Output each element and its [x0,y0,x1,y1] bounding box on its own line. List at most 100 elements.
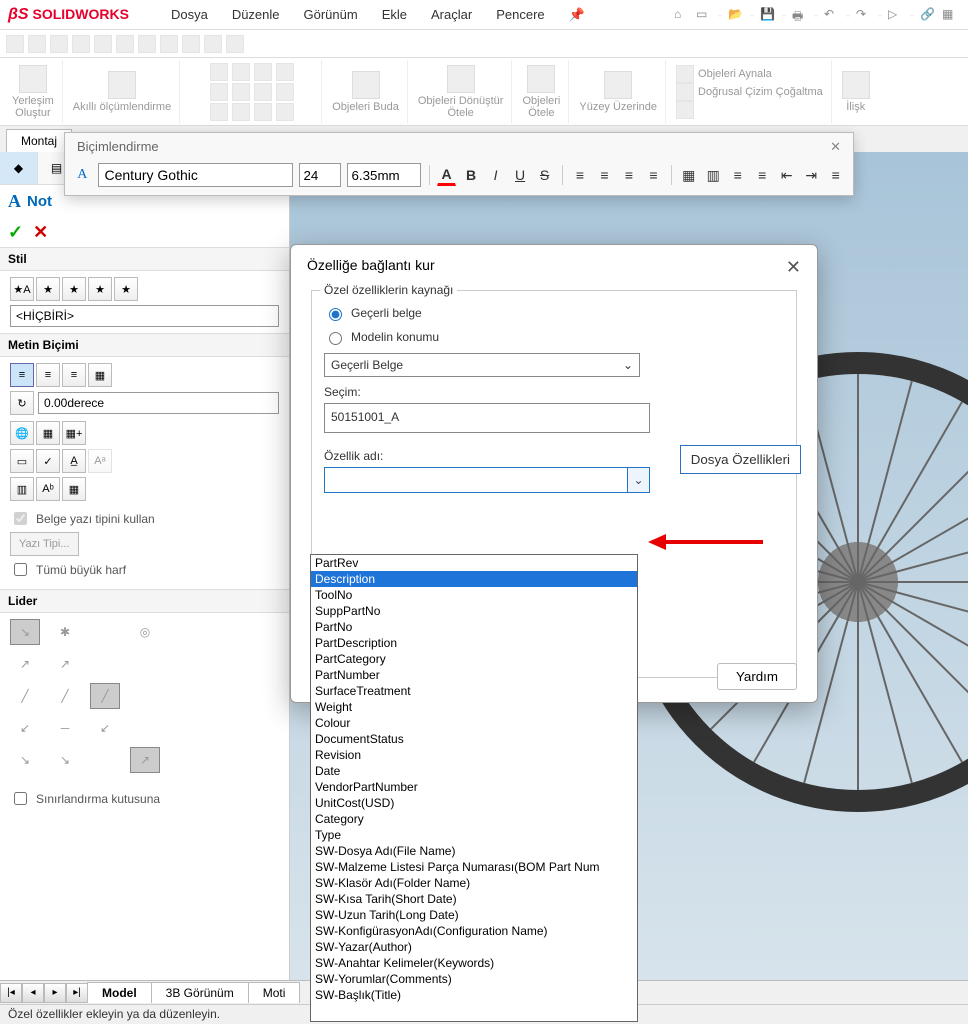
dropdown-item[interactable]: PartNumber [311,667,637,683]
indent-dec-icon[interactable]: ⇤ [777,164,796,186]
justify-left-icon[interactable]: ≡ [571,164,590,186]
tb-icon[interactable] [226,35,244,53]
nav-prev-icon[interactable]: ◂ [22,983,44,1003]
bounding-checkbox[interactable] [14,792,27,805]
tf-icon[interactable]: ▭ [10,449,34,473]
document-select[interactable]: Geçerli Belge ⌄ [324,353,640,377]
align-center-icon[interactable]: ≡ [36,363,60,387]
leader-opt[interactable]: ↙ [10,715,40,741]
tf-icon[interactable]: Aᵃ [88,449,112,473]
tf-icon[interactable]: ✓ [36,449,60,473]
leader-opt[interactable]: ↗ [50,651,80,677]
dropdown-item[interactable]: VendorPartNumber [311,779,637,795]
dropdown-item[interactable]: Weight [311,699,637,715]
dropdown-item[interactable]: SW-Kısa Tarih(Short Date) [311,891,637,907]
leader-opt[interactable] [90,619,120,645]
menu-insert[interactable]: Ekle [370,7,419,22]
dropdown-item[interactable]: SW-Yorumlar(Comments) [311,971,637,987]
tab-3dview[interactable]: 3B Görünüm [151,982,249,1003]
leader-opt[interactable]: ◎ [130,619,160,645]
menu-edit[interactable]: Düzenle [220,7,292,22]
help-button[interactable]: Yardım [717,663,797,690]
dropdown-item[interactable]: SuppPartNo [311,603,637,619]
note-a-icon[interactable]: A [73,164,92,186]
menu-view[interactable]: Görünüm [292,7,370,22]
link-icon[interactable]: 🔗 [920,7,936,23]
select-icon[interactable]: ▷ [888,7,904,23]
chevron-down-icon[interactable]: ⌄ [627,468,649,492]
color-icon[interactable]: A [437,164,456,186]
leader-opt[interactable]: ╱ [10,683,40,709]
link-prop-icon[interactable]: 🌐 [10,421,34,445]
leader-opt[interactable] [130,715,160,741]
justify-full-icon[interactable]: ≡ [644,164,663,186]
formatting-close-icon[interactable]: ✕ [830,139,841,155]
section-textformat[interactable]: Metin Biçimi [0,333,289,357]
rg-surface[interactable]: Yüzey Üzerinde [571,60,666,123]
align-justify-icon[interactable]: ▦ [88,363,112,387]
tb-icon[interactable] [72,35,90,53]
leader-opt[interactable] [130,683,160,709]
dropdown-item[interactable]: ToolNo [311,587,637,603]
rg-layout[interactable]: Yerleşim Oluştur [4,60,63,123]
column-icon[interactable]: ▥ [704,164,723,186]
pm-tab-feature[interactable]: ◆ [0,152,38,184]
save-icon[interactable]: 💾 [760,7,776,23]
strike-icon[interactable]: S [535,164,554,186]
dropdown-item[interactable]: Colour [311,715,637,731]
justify-right-icon[interactable]: ≡ [620,164,639,186]
tb-icon[interactable] [50,35,68,53]
allcaps-checkbox[interactable] [14,563,27,576]
tf-icon[interactable]: ▥ [10,477,34,501]
nav-last-icon[interactable]: ▸| [66,983,88,1003]
property-name-input[interactable] [325,473,627,487]
rg-smartdim[interactable]: Akıllı ölçümlendirme [65,60,180,123]
dropdown-item[interactable]: DocumentStatus [311,731,637,747]
dropdown-item[interactable]: SW-Başlık(Title) [311,987,637,1003]
home-icon[interactable]: ⌂ [674,7,690,23]
new-icon[interactable]: ▭ [696,7,712,23]
property-name-combo[interactable]: ⌄ [324,467,650,493]
cancel-button[interactable]: ✕ [33,222,48,243]
dropdown-item[interactable]: PartDescription [311,635,637,651]
style-save-icon[interactable]: ★ [114,277,138,301]
dropdown-item[interactable]: SurfaceTreatment [311,683,637,699]
file-properties-button[interactable]: Dosya Özellikleri [680,445,801,474]
dialog-close-icon[interactable]: ✕ [786,257,801,278]
section-leader[interactable]: Lider [0,589,289,613]
leader-opt[interactable] [90,651,120,677]
property-dropdown[interactable]: PartRevDescriptionToolNoSuppPartNoPartNo… [310,554,638,1022]
align-left-icon[interactable]: ≡ [10,363,34,387]
ok-button[interactable]: ✓ [8,222,23,243]
tf-icon[interactable]: Aᵇ [36,477,60,501]
tb-icon[interactable] [182,35,200,53]
settings-icon[interactable]: ▦ [942,7,958,23]
nav-first-icon[interactable]: |◂ [0,983,22,1003]
tf-icon[interactable]: A̲ [62,449,86,473]
dropdown-item[interactable]: PartCategory [311,651,637,667]
font-select[interactable] [98,163,293,187]
leader-opt[interactable]: ↗ [10,651,40,677]
underline-icon[interactable]: U [511,164,530,186]
tb-icon[interactable] [204,35,222,53]
tb-icon[interactable] [138,35,156,53]
leader-opt[interactable]: ✱ [50,619,80,645]
dropdown-item[interactable]: UnitCost(USD) [311,795,637,811]
tb-icon[interactable] [6,35,24,53]
undo-icon[interactable]: ↶ [824,7,840,23]
fontsize-select[interactable] [299,163,341,187]
leader-opt[interactable]: ╱ [90,683,120,709]
hyperlink-icon[interactable]: ▦ [36,421,60,445]
dropdown-item[interactable]: SW-Malzeme Listesi Parça Numarası(BOM Pa… [311,859,637,875]
dim-input[interactable] [347,163,421,187]
dropdown-item[interactable]: Type [311,827,637,843]
tab-model[interactable]: Model [87,982,152,1003]
leader-opt[interactable]: ↘ [10,619,40,645]
dropdown-item[interactable]: SW-Dosya Adı(File Name) [311,843,637,859]
leader-opt[interactable]: ╱ [50,683,80,709]
style-delete-icon[interactable]: ★ [88,277,112,301]
selection-input[interactable]: 50151001_A [324,403,650,433]
dropdown-item[interactable]: PartNo [311,619,637,635]
style-update-icon[interactable]: ★ [62,277,86,301]
menu-file[interactable]: Dosya [159,7,220,22]
